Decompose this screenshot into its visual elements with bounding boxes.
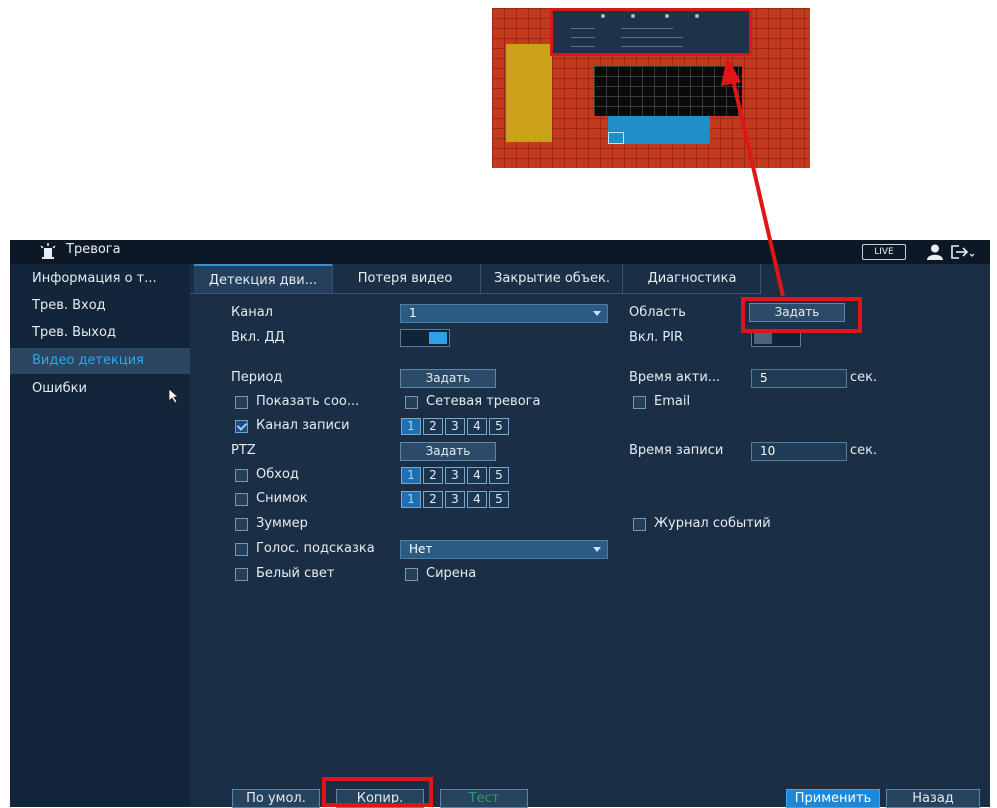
voice-prompt-checkbox[interactable]: [235, 543, 248, 556]
email-label: Email: [654, 394, 691, 409]
voice-prompt-label: Голос. подсказка: [256, 541, 375, 556]
net-alarm-checkbox[interactable]: [405, 396, 418, 409]
record-channel-3[interactable]: 3: [445, 418, 465, 435]
record-channel-label: Канал записи: [256, 418, 350, 433]
channel-select[interactable]: 1: [400, 304, 608, 323]
pir-toggle[interactable]: [751, 329, 801, 347]
window-title: Тревога: [66, 242, 121, 257]
back-button[interactable]: Назад: [886, 789, 980, 808]
snapshot-channel-1[interactable]: 1: [401, 491, 421, 508]
net-alarm-label: Сетевая тревога: [426, 394, 541, 409]
period-set-button[interactable]: Задать: [400, 369, 496, 388]
tab-video-loss[interactable]: Потеря видео: [340, 264, 470, 294]
default-button[interactable]: По умол.: [232, 789, 320, 808]
siren-checkbox[interactable]: [405, 568, 418, 581]
area-preview-image: [492, 8, 810, 168]
preview-settings-panel: [550, 8, 752, 56]
tour-channel-5[interactable]: 5: [489, 467, 509, 484]
title-bar: Тревога LIVE: [10, 240, 990, 264]
show-message-label: Показать соо...: [256, 394, 360, 409]
alarm-settings-window: Тревога LIVE Информация о т... Трев. Вхо…: [10, 240, 990, 808]
chevron-down-icon: [593, 547, 601, 552]
copy-button[interactable]: Копир.: [336, 789, 424, 808]
alarm-icon: [40, 243, 56, 259]
tab-tampering[interactable]: Закрытие объек.: [482, 264, 622, 294]
logout-icon[interactable]: [950, 244, 976, 260]
tour-checkbox[interactable]: [235, 469, 248, 482]
record-time-input[interactable]: 10: [751, 442, 847, 461]
voice-prompt-value: Нет: [409, 542, 433, 556]
snapshot-channel-5[interactable]: 5: [489, 491, 509, 508]
event-log-checkbox[interactable]: [633, 518, 646, 531]
mouse-cursor-icon: [168, 388, 180, 404]
sidebar-item-video-detection[interactable]: Видео детекция: [10, 348, 190, 374]
tour-channel-3[interactable]: 3: [445, 467, 465, 484]
record-channel-1[interactable]: 1: [401, 418, 421, 435]
activation-unit: сек.: [850, 370, 878, 385]
channel-value: 1: [409, 306, 417, 320]
area-label: Область: [629, 305, 686, 320]
chevron-down-icon: [593, 311, 601, 316]
snapshot-channel-4[interactable]: 4: [467, 491, 487, 508]
toggle-knob: [429, 332, 447, 344]
white-light-checkbox[interactable]: [235, 568, 248, 581]
enable-md-toggle[interactable]: [400, 329, 450, 347]
snapshot-channel-2[interactable]: 2: [423, 491, 443, 508]
preview-region-marker: [608, 132, 624, 144]
snapshot-label: Снимок: [256, 491, 308, 506]
live-button[interactable]: LIVE: [862, 244, 906, 260]
area-set-button[interactable]: Задать: [749, 303, 845, 322]
siren-label: Сирена: [426, 566, 477, 581]
apply-button[interactable]: Применить: [786, 789, 880, 808]
preview-region-yellow: [506, 44, 552, 142]
sidebar-item-errors[interactable]: Ошибки: [10, 376, 190, 402]
tour-channel-1[interactable]: 1: [401, 467, 421, 484]
sidebar-item-alarm-output[interactable]: Трев. Выход: [10, 320, 190, 346]
voice-prompt-select[interactable]: Нет: [400, 540, 608, 559]
record-time-unit: сек.: [850, 443, 878, 458]
record-channel-2[interactable]: 2: [423, 418, 443, 435]
activation-input[interactable]: 5: [751, 369, 847, 388]
show-message-checkbox[interactable]: [235, 396, 248, 409]
toggle-knob: [754, 332, 772, 344]
tab-bar: Детекция дви... Потеря видео Закрытие об…: [190, 264, 990, 294]
activation-label: Время акти...: [629, 370, 721, 385]
buzzer-checkbox[interactable]: [235, 518, 248, 531]
tour-label: Обход: [256, 467, 299, 482]
tab-diagnostics[interactable]: Диагностика: [628, 264, 756, 294]
record-time-label: Время записи: [629, 443, 724, 458]
buzzer-label: Зуммер: [256, 516, 308, 531]
enable-md-label: Вкл. ДД: [231, 330, 285, 345]
white-light-label: Белый свет: [256, 566, 335, 581]
channel-label: Канал: [231, 305, 273, 320]
tour-channel-2[interactable]: 2: [423, 467, 443, 484]
ptz-set-button[interactable]: Задать: [400, 442, 496, 461]
test-button[interactable]: Тест: [440, 789, 528, 808]
tab-motion-detection[interactable]: Детекция дви...: [194, 264, 332, 294]
record-channel-5[interactable]: 5: [489, 418, 509, 435]
pir-label: Вкл. PIR: [629, 330, 684, 345]
sidebar-item-alarm-input[interactable]: Трев. Вход: [10, 293, 190, 319]
preview-region-black: [594, 66, 742, 116]
ptz-label: PTZ: [231, 443, 256, 458]
user-icon[interactable]: [926, 244, 944, 260]
email-checkbox[interactable]: [633, 396, 646, 409]
tour-channel-4[interactable]: 4: [467, 467, 487, 484]
event-log-label: Журнал событий: [654, 516, 771, 531]
snapshot-checkbox[interactable]: [235, 493, 248, 506]
record-channel-4[interactable]: 4: [467, 418, 487, 435]
record-channel-checkbox[interactable]: [235, 420, 248, 433]
snapshot-channel-3[interactable]: 3: [445, 491, 465, 508]
sidebar: Информация о т... Трев. Вход Трев. Выход…: [10, 264, 190, 807]
period-label: Период: [231, 370, 283, 385]
sidebar-item-info[interactable]: Информация о т...: [10, 266, 190, 292]
